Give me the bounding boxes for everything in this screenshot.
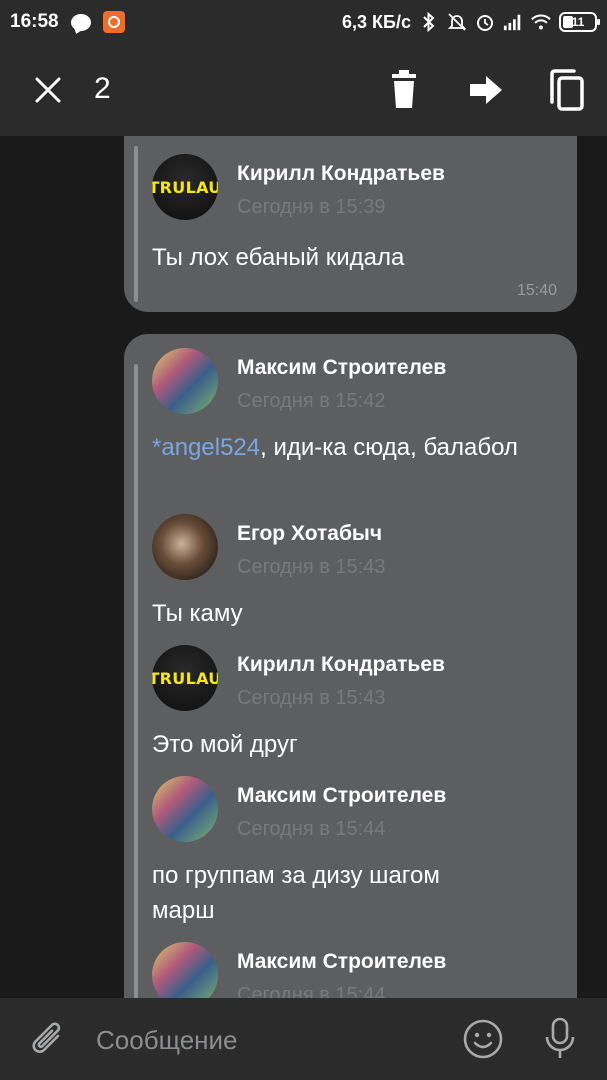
- message-text: Ты лох ебаный кидала: [152, 244, 405, 271]
- wifi-icon: [531, 12, 551, 32]
- author-name[interactable]: Кирилл Кондратьев: [237, 162, 445, 186]
- message-time: 15:40: [516, 282, 557, 299]
- author-name[interactable]: Егор Хотабыч: [237, 522, 382, 546]
- message-bubble[interactable]: Максим Строителев Сегодня в 15:42 *angel…: [124, 334, 577, 998]
- avatar[interactable]: TRULAU: [152, 154, 218, 220]
- status-time: 16:58: [10, 11, 59, 32]
- trash-icon[interactable]: [386, 70, 422, 110]
- forward-time: Сегодня в 15:42: [237, 390, 386, 412]
- forward-time: Сегодня в 15:43: [237, 687, 386, 709]
- forward-icon[interactable]: [466, 70, 506, 110]
- message-text: Ты каму: [152, 600, 243, 627]
- chat-bubble-icon: [70, 13, 91, 31]
- dnd-off-icon: [447, 12, 467, 32]
- author-name[interactable]: Максим Строителев: [237, 356, 446, 380]
- message-input[interactable]: [96, 1020, 436, 1060]
- avatar-logo-text: TRULAU: [152, 668, 218, 688]
- copy-icon[interactable]: [546, 68, 586, 112]
- author-name[interactable]: Кирилл Кондратьев: [237, 653, 445, 677]
- avatar[interactable]: [152, 776, 218, 842]
- close-icon[interactable]: [30, 72, 66, 108]
- network-speed: 6,3 КБ/с: [342, 11, 411, 32]
- signal-icon: [503, 12, 523, 32]
- message-compose-bar: [0, 998, 607, 1080]
- message-list[interactable]: TRULAU Кирилл Кондратьев Сегодня в 15:39…: [0, 136, 607, 998]
- message-text: *angel524, иди-ка сюда, балабол: [152, 434, 518, 461]
- author-name[interactable]: Максим Строителев: [237, 784, 446, 808]
- selection-action-bar: 2: [0, 44, 607, 136]
- forward-time: Сегодня в 15:39: [237, 196, 386, 218]
- avatar[interactable]: TRULAU: [152, 645, 218, 711]
- avatar[interactable]: [152, 348, 218, 414]
- user-mention-link[interactable]: *angel524: [152, 434, 260, 461]
- author-name[interactable]: Максим Строителев: [237, 950, 446, 974]
- avatar[interactable]: [152, 942, 218, 998]
- avatar[interactable]: [152, 514, 218, 580]
- avatar-logo-text: TRULAU: [152, 177, 218, 197]
- selected-count: 2: [94, 72, 111, 105]
- forward-time: Сегодня в 15:44: [237, 984, 386, 998]
- forward-quote-line: [134, 146, 138, 302]
- battery-icon: 11: [559, 12, 600, 32]
- battery-level: 11: [571, 15, 585, 29]
- message-bubble[interactable]: TRULAU Кирилл Кондратьев Сегодня в 15:39…: [124, 136, 577, 312]
- status-bar: 16:58 6,3 КБ/с 11: [0, 0, 607, 44]
- message-text: по группам за дизу шагом марш: [152, 862, 440, 924]
- forward-quote-line: [134, 364, 138, 998]
- attach-icon[interactable]: [28, 1018, 68, 1062]
- forward-time: Сегодня в 15:44: [237, 818, 386, 840]
- bluetooth-icon: [419, 12, 439, 32]
- alarm-icon: [475, 12, 495, 32]
- forward-time: Сегодня в 15:43: [237, 556, 386, 578]
- app-notification-icon: [102, 11, 125, 33]
- message-text: Это мой друг: [152, 731, 298, 758]
- microphone-icon[interactable]: [540, 1016, 580, 1062]
- emoji-icon[interactable]: [462, 1018, 504, 1060]
